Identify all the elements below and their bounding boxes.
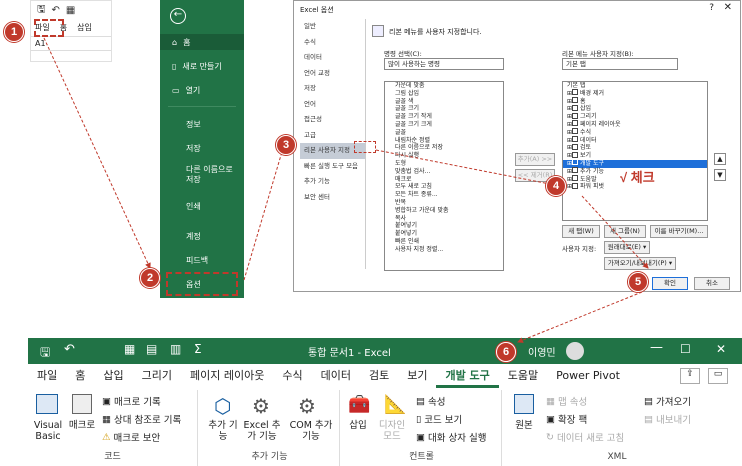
arrow-5-to-6 <box>517 291 643 343</box>
flow-arrows <box>43 37 649 343</box>
step-badge-5: 5 <box>628 272 648 292</box>
arrow-2-to-3 <box>243 144 286 281</box>
step-badge-3: 3 <box>276 135 296 155</box>
arrow-4-to-5 <box>581 195 649 269</box>
step-badge-6: 6 <box>496 342 516 362</box>
step-badge-2: 2 <box>140 268 160 288</box>
arrow-1-to-2 <box>43 37 151 269</box>
step-badge-1: 1 <box>4 22 24 42</box>
step-badge-4: 4 <box>546 176 566 196</box>
arrow-3-to-4 <box>375 149 561 188</box>
